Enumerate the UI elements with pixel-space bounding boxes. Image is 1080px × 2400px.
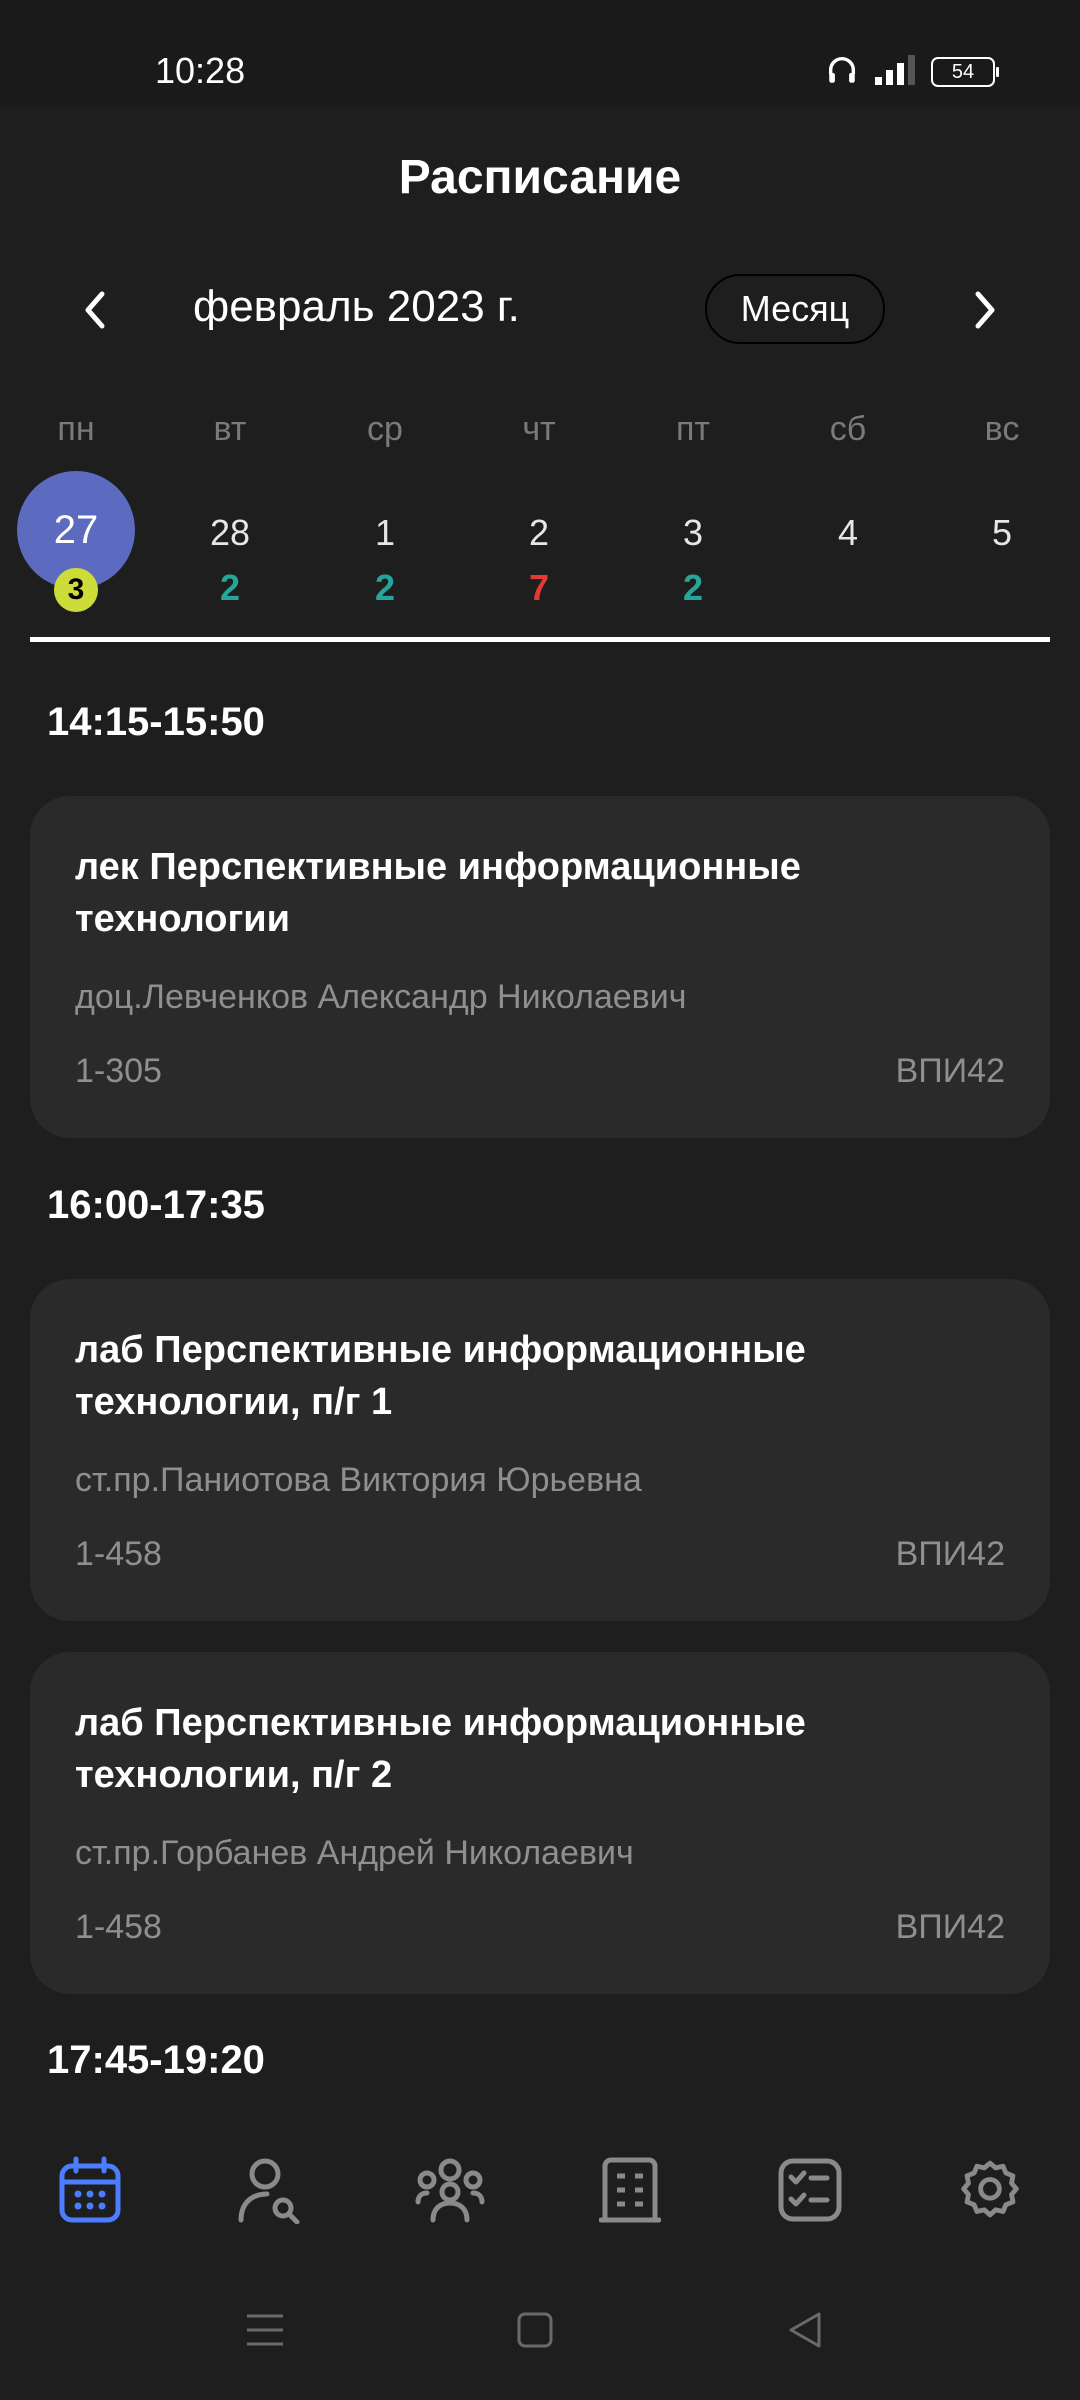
page-title: Расписание bbox=[398, 151, 682, 204]
calendar-divider bbox=[30, 637, 1050, 642]
day-cell[interactable]: 5 bbox=[942, 470, 1062, 610]
headphones-icon bbox=[825, 53, 859, 92]
status-icons: 54 bbox=[825, 52, 999, 92]
building-icon bbox=[599, 2157, 661, 2223]
day-number: 2 bbox=[528, 512, 550, 553]
nav-schedule-button[interactable] bbox=[45, 2145, 135, 2235]
calendar-icon bbox=[59, 2156, 121, 2223]
lesson-room: 1-458 bbox=[75, 1535, 162, 1573]
weekday-label: сб bbox=[829, 410, 867, 448]
nav-settings-button[interactable] bbox=[945, 2145, 1035, 2235]
lesson-teacher: ст.пр.Горбанев Андрей Николаевич bbox=[75, 1834, 634, 1872]
system-menu-button[interactable] bbox=[230, 2295, 300, 2365]
week-days-row: 27 3 28 2 1 2 2 7 3 2 4 5 bbox=[0, 470, 1080, 620]
weekday-label: вт bbox=[213, 410, 247, 448]
battery-icon: 54 bbox=[931, 57, 999, 87]
lesson-count: 2 bbox=[219, 567, 241, 608]
system-home-button[interactable] bbox=[500, 2295, 570, 2365]
status-bar: 10:28 54 bbox=[0, 0, 1080, 107]
lesson-group: ВПИ42 bbox=[895, 1908, 1005, 1946]
prev-month-button[interactable] bbox=[65, 280, 125, 340]
next-month-button[interactable] bbox=[955, 280, 1015, 340]
checklist-icon bbox=[778, 2158, 842, 2222]
groups-icon bbox=[415, 2158, 485, 2223]
menu-icon bbox=[247, 2314, 283, 2346]
signal-icon bbox=[873, 53, 917, 92]
day-cell[interactable]: 4 bbox=[788, 470, 908, 610]
time-slot-label: 17:45-19:20 bbox=[47, 2038, 265, 2082]
nav-groups-button[interactable] bbox=[405, 2145, 495, 2235]
lesson-card[interactable]: лаб Перспективные информационные техноло… bbox=[30, 1652, 1050, 1994]
bottom-navigation bbox=[0, 2120, 1080, 2250]
day-number: 5 bbox=[991, 512, 1013, 553]
day-number: 28 bbox=[209, 512, 251, 553]
lesson-room: 1-305 bbox=[75, 1052, 162, 1090]
weekday-label: вс bbox=[984, 410, 1020, 448]
lesson-count: 2 bbox=[682, 567, 704, 608]
day-number: 3 bbox=[682, 512, 704, 553]
time-slot-label: 16:00-17:35 bbox=[47, 1183, 265, 1227]
lesson-subject: лаб Перспективные информационные техноло… bbox=[75, 1702, 806, 1796]
day-number: 4 bbox=[837, 512, 859, 553]
day-cell-selected[interactable]: 27 3 bbox=[16, 470, 136, 612]
day-cell[interactable]: 3 2 bbox=[633, 470, 753, 610]
month-label: февраль 2023 г. bbox=[193, 282, 520, 331]
lesson-card[interactable]: лек Перспективные информационные техноло… bbox=[30, 796, 1050, 1138]
weekday-label: чт bbox=[522, 410, 556, 448]
system-navigation-bar bbox=[0, 2250, 1080, 2400]
nav-teacher-search-button[interactable] bbox=[225, 2145, 315, 2235]
lesson-teacher: доц.Левченков Александр Николаевич bbox=[75, 978, 687, 1016]
chevron-right-icon bbox=[975, 291, 995, 329]
lesson-subject: лаб Перспективные информационные техноло… bbox=[75, 1329, 806, 1423]
home-square-icon bbox=[517, 2312, 553, 2348]
weekday-label: пн bbox=[57, 410, 95, 448]
day-cell[interactable]: 2 7 bbox=[479, 470, 599, 610]
time-slot-label: 14:15-15:50 bbox=[47, 700, 265, 744]
nav-buildings-button[interactable] bbox=[585, 2145, 675, 2235]
back-triangle-icon bbox=[789, 2312, 821, 2348]
lesson-count-badge: 3 bbox=[54, 568, 98, 612]
lesson-card[interactable]: лаб Перспективные информационные техноло… bbox=[30, 1279, 1050, 1621]
weekday-label: ср bbox=[367, 410, 403, 448]
weekday-label: пт bbox=[676, 410, 710, 448]
day-cell[interactable]: 1 2 bbox=[325, 470, 445, 610]
lesson-room: 1-458 bbox=[75, 1908, 162, 1946]
lesson-count: 2 bbox=[374, 567, 396, 608]
settings-icon bbox=[961, 2160, 1019, 2218]
day-number: 27 bbox=[53, 508, 99, 552]
month-mode-button[interactable]: Месяц bbox=[705, 274, 885, 344]
teacher-search-icon bbox=[238, 2158, 300, 2224]
lesson-group: ВПИ42 bbox=[895, 1052, 1005, 1090]
lesson-group: ВПИ42 bbox=[895, 1535, 1005, 1573]
day-number: 1 bbox=[374, 512, 396, 553]
lesson-count: 7 bbox=[528, 567, 550, 608]
nav-tasks-button[interactable] bbox=[765, 2145, 855, 2235]
lesson-teacher: ст.пр.Паниотова Виктория Юрьевна bbox=[75, 1461, 642, 1499]
lesson-subject: лек Перспективные информационные техноло… bbox=[75, 846, 801, 940]
system-back-button[interactable] bbox=[770, 2295, 840, 2365]
status-time: 10:28 bbox=[155, 50, 246, 91]
day-cell[interactable]: 28 2 bbox=[170, 470, 290, 610]
chevron-left-icon bbox=[85, 291, 105, 329]
month-navigation: февраль 2023 г. Месяц bbox=[0, 270, 1080, 350]
weekday-header: пн вт ср чт пт сб вс bbox=[0, 410, 1080, 460]
